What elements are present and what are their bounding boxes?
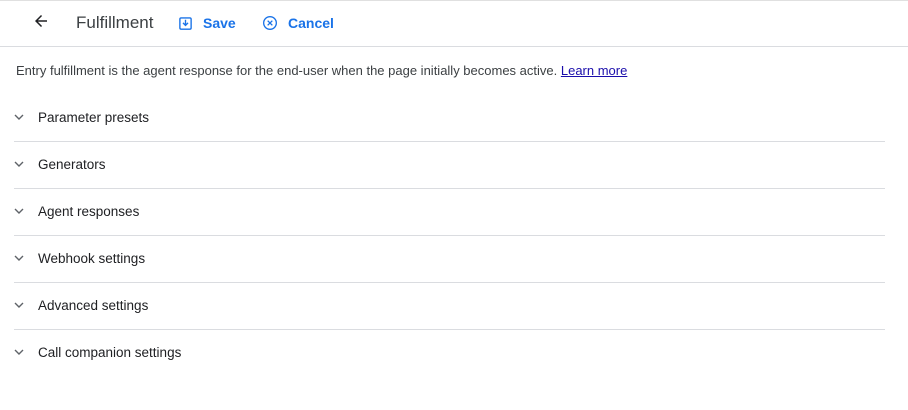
section-advanced-settings[interactable]: Advanced settings	[14, 283, 885, 330]
description-text: Entry fulfillment is the agent response …	[16, 63, 561, 78]
page-title: Fulfillment	[76, 13, 154, 32]
arrow-back-icon	[32, 12, 50, 35]
back-button[interactable]	[28, 10, 54, 36]
section-parameter-presets[interactable]: Parameter presets	[14, 95, 885, 142]
section-label: Agent responses	[38, 204, 140, 219]
toolbar: Fulfillment Save Cancel	[0, 1, 908, 47]
section-generators[interactable]: Generators	[14, 142, 885, 189]
save-label: Save	[203, 15, 236, 31]
cancel-label: Cancel	[288, 15, 334, 31]
section-label: Advanced settings	[38, 298, 149, 313]
chevron-down-icon	[14, 112, 24, 122]
chevron-down-icon	[14, 159, 24, 169]
fulfillment-page: Fulfillment Save Cancel Entry fulfillmen…	[0, 0, 908, 410]
section-label: Webhook settings	[38, 251, 146, 266]
section-label: Parameter presets	[38, 110, 150, 125]
learn-more-link[interactable]: Learn more	[561, 63, 627, 78]
cancel-button[interactable]: Cancel	[262, 13, 334, 33]
cancel-icon	[262, 15, 278, 31]
section-call-companion-settings[interactable]: Call companion settings	[14, 330, 885, 376]
chevron-down-icon	[14, 300, 24, 310]
chevron-down-icon	[14, 253, 24, 263]
fulfillment-sections: Parameter presets Generators Agent respo…	[14, 95, 885, 376]
save-icon	[177, 15, 193, 31]
save-button[interactable]: Save	[177, 13, 236, 33]
chevron-down-icon	[14, 347, 24, 357]
section-agent-responses[interactable]: Agent responses	[14, 189, 885, 236]
fulfillment-description: Entry fulfillment is the agent response …	[16, 62, 627, 80]
section-webhook-settings[interactable]: Webhook settings	[14, 236, 885, 283]
section-label: Call companion settings	[38, 345, 182, 360]
chevron-down-icon	[14, 206, 24, 216]
section-label: Generators	[38, 157, 106, 172]
